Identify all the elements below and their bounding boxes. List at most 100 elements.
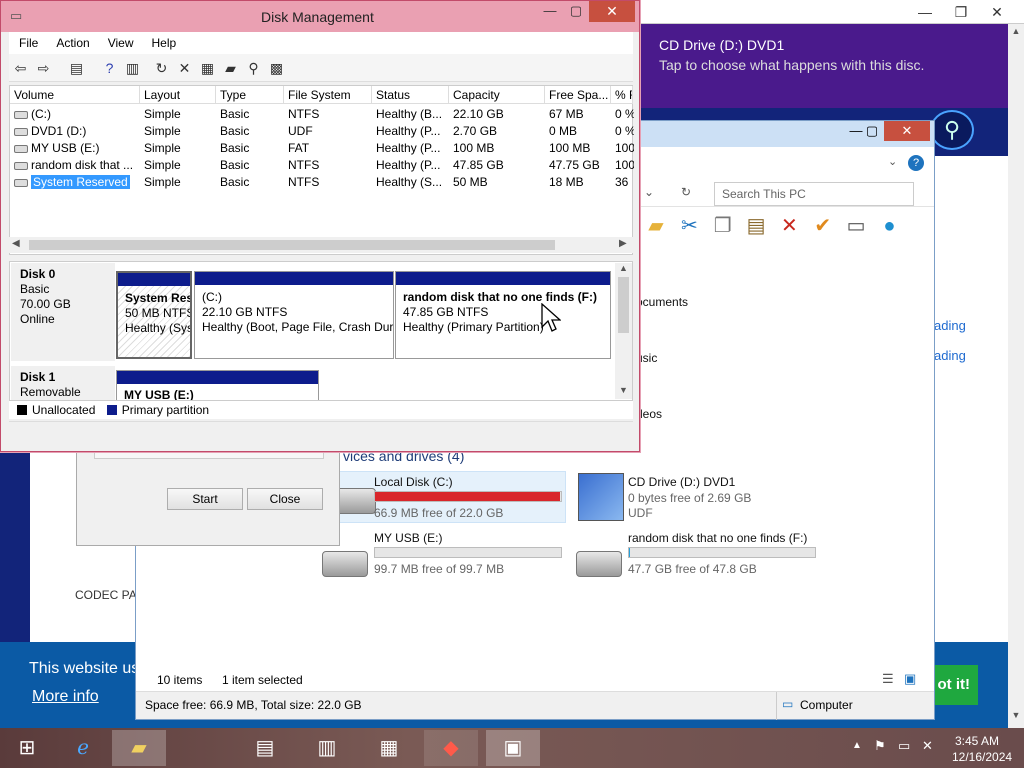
space-free-text: Space free: 66.9 MB, Total size: 22.0 GB bbox=[145, 698, 362, 712]
partition-status: Healthy (Primary Partition) bbox=[403, 320, 544, 334]
menu-action[interactable]: Action bbox=[46, 32, 97, 50]
file-explorer-icon[interactable]: ▰ bbox=[112, 730, 166, 766]
drive-name[interactable]: MY USB (E:) bbox=[374, 531, 442, 545]
close-icon[interactable]: ✕ bbox=[589, 1, 635, 22]
refresh-icon[interactable]: ↻ bbox=[150, 56, 173, 80]
partition-c[interactable]: (C:) 22.10 GB NTFS Healthy (Boot, Page F… bbox=[194, 271, 394, 359]
col-free-space[interactable]: Free Spa... bbox=[545, 86, 611, 104]
volume-cell[interactable]: (C:) bbox=[14, 106, 144, 123]
minimize-icon[interactable]: — bbox=[910, 2, 940, 22]
internet-explorer-icon[interactable]: ℯ bbox=[56, 730, 110, 766]
maximize-icon[interactable]: ▢ bbox=[562, 1, 590, 21]
properties-icon[interactable]: ▭ bbox=[841, 211, 871, 241]
pane-icon[interactable]: ▥ bbox=[121, 56, 144, 80]
start-button[interactable]: Start bbox=[167, 488, 243, 510]
chevron-up-icon[interactable]: ▲ bbox=[852, 740, 862, 751]
help-icon[interactable]: ? bbox=[908, 155, 924, 171]
col-layout[interactable]: Layout bbox=[140, 86, 216, 104]
properties-icon[interactable]: ▦ bbox=[196, 56, 219, 80]
menu-view[interactable]: View bbox=[98, 32, 142, 50]
table-cell: 0 MB bbox=[549, 124, 578, 138]
table-cell: 2.70 GB bbox=[453, 124, 498, 138]
maximize-icon[interactable]: ▢ bbox=[858, 121, 886, 141]
disk1-label[interactable]: Disk 1 Removable bbox=[11, 366, 115, 400]
disk-management-window: ▭ Disk Management — ▢ ✕ File Action View He… bbox=[0, 0, 640, 452]
menu-file[interactable]: File bbox=[9, 32, 46, 50]
network-icon[interactable]: ● bbox=[874, 211, 904, 241]
disk-management-icon[interactable]: ▣ bbox=[486, 730, 540, 766]
disk-type: Removable bbox=[20, 385, 81, 399]
table-cell: FAT bbox=[288, 141, 310, 155]
setup-icon[interactable]: ▥ bbox=[300, 730, 354, 766]
col-volume[interactable]: Volume bbox=[10, 86, 140, 104]
forward-icon[interactable]: ⇨ bbox=[32, 56, 55, 80]
drive-name[interactable]: random disk that no one finds (F:) bbox=[628, 531, 807, 545]
legend: Unallocated Primary partition bbox=[9, 401, 633, 419]
close-icon[interactable]: ✕ bbox=[982, 2, 1012, 22]
folder-documents[interactable]: ocuments bbox=[636, 295, 688, 309]
open-icon[interactable]: ▰ bbox=[219, 56, 242, 80]
vertical-scrollbar[interactable]: ▲ ▼ bbox=[615, 263, 632, 399]
details-view-icon[interactable]: ☰ bbox=[882, 671, 894, 687]
delete-icon[interactable]: ✕ bbox=[774, 211, 804, 241]
app-icon[interactable]: ▤ bbox=[238, 730, 292, 766]
tiles-view-icon[interactable]: ▣ bbox=[904, 671, 916, 687]
volume-cell[interactable]: random disk that ... bbox=[14, 157, 144, 174]
back-icon[interactable]: ⇦ bbox=[9, 56, 32, 80]
col-status[interactable]: Status bbox=[372, 86, 449, 104]
volume-cell[interactable]: System Reserved bbox=[14, 174, 144, 191]
search-icon[interactable]: ⚲ bbox=[242, 56, 265, 80]
horizontal-scrollbar[interactable]: ◀ ▶ bbox=[9, 237, 633, 253]
refresh-icon[interactable]: ↻ bbox=[681, 185, 691, 199]
restore-icon[interactable]: ❐ bbox=[946, 2, 976, 22]
performance-icon[interactable]: ▦ bbox=[362, 730, 416, 766]
partition-system-reserved[interactable]: System Res 50 MB NTFS Healthy (Sys bbox=[116, 271, 192, 359]
browser-scrollbar[interactable]: ▲ ▼ bbox=[1008, 24, 1024, 728]
site-search-icon[interactable]: ⚲ bbox=[930, 110, 974, 150]
side-item[interactable]: CODEC PA bbox=[75, 588, 137, 602]
volume-muted-icon[interactable]: ✕ bbox=[922, 738, 933, 754]
drive-name[interactable]: CD Drive (D:) DVD1 bbox=[628, 475, 735, 489]
autoplay-toast[interactable]: CD Drive (D:) DVD1 Tap to choose what ha… bbox=[637, 24, 1008, 108]
col-filesystem[interactable]: File System bbox=[284, 86, 372, 104]
folder-icon[interactable]: ▰ bbox=[641, 211, 671, 241]
cd-drive-icon bbox=[578, 473, 624, 521]
download-link[interactable]: ading bbox=[934, 348, 966, 363]
menu-help[interactable]: Help bbox=[142, 32, 185, 50]
delete-icon[interactable]: ✕ bbox=[173, 56, 196, 80]
volume-cell[interactable]: DVD1 (D:) bbox=[14, 123, 144, 140]
col-percent-free[interactable]: % F bbox=[611, 86, 633, 104]
paste-icon[interactable]: ▤ bbox=[741, 211, 771, 241]
cookie-more-info-link[interactable]: More info bbox=[32, 688, 99, 706]
cookie-accept-button[interactable]: ot it! bbox=[930, 665, 978, 705]
start-icon[interactable]: ⊞ bbox=[0, 730, 54, 766]
console-tree-icon[interactable]: ▤ bbox=[65, 56, 88, 80]
download-link[interactable]: ading bbox=[934, 318, 966, 333]
flag-icon[interactable]: ⚑ bbox=[874, 738, 886, 754]
col-capacity[interactable]: Capacity bbox=[449, 86, 545, 104]
cut-icon[interactable]: ✂ bbox=[674, 211, 704, 241]
rename-icon[interactable]: ✔ bbox=[808, 211, 838, 241]
volume-cell[interactable]: MY USB (E:) bbox=[14, 140, 144, 157]
clock-date[interactable]: 12/16/2024 bbox=[952, 750, 1012, 764]
chevron-down-icon[interactable]: ⌄ bbox=[888, 155, 897, 168]
copy-icon[interactable]: ❐ bbox=[708, 211, 738, 241]
chevron-down-icon[interactable]: ⌄ bbox=[644, 185, 654, 199]
browser-icon[interactable]: ◆ bbox=[424, 730, 478, 766]
clock-time[interactable]: 3:45 AM bbox=[955, 734, 999, 748]
rescan-icon[interactable]: ▩ bbox=[265, 56, 288, 80]
scroll-thumb[interactable] bbox=[29, 240, 555, 250]
partition-e[interactable]: MY USB (E:) bbox=[116, 370, 319, 400]
hard-drive-icon bbox=[576, 551, 622, 577]
search-input[interactable]: Search This PC bbox=[714, 182, 914, 206]
minimize-icon[interactable]: — bbox=[536, 1, 564, 21]
col-type[interactable]: Type bbox=[216, 86, 284, 104]
close-icon[interactable]: ✕ bbox=[884, 121, 930, 141]
close-button[interactable]: Close bbox=[247, 488, 323, 510]
disk0-label[interactable]: Disk 0 Basic 70.00 GB Online bbox=[11, 263, 115, 361]
partition-f[interactable]: random disk that no one finds (F:) 47.85… bbox=[395, 271, 611, 359]
drive-free: 66.9 MB free of 22.0 GB bbox=[374, 506, 504, 520]
scroll-thumb[interactable] bbox=[618, 277, 629, 333]
help-icon[interactable]: ? bbox=[98, 56, 121, 80]
network-icon[interactable]: ▭ bbox=[898, 738, 910, 754]
